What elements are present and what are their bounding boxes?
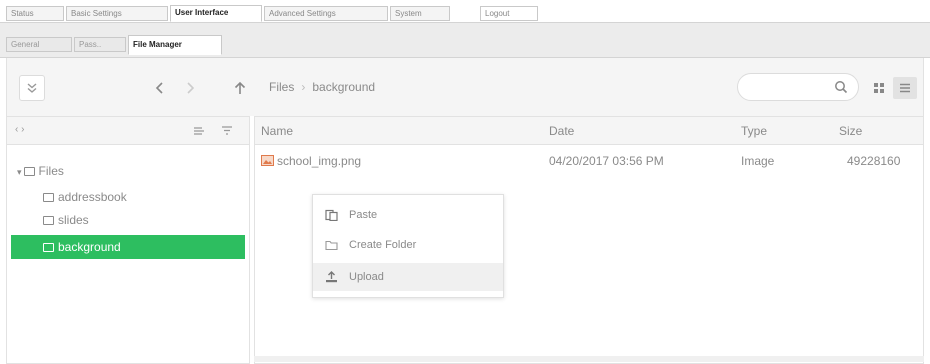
- file-type: Image: [741, 154, 775, 168]
- context-menu: Paste Create Folder Upload: [312, 194, 504, 298]
- subtab-general[interactable]: General: [6, 37, 72, 52]
- file-manager-toolbar: Files › background: [6, 58, 924, 116]
- tree-item-slides[interactable]: slides: [43, 210, 89, 230]
- upload-icon: [326, 271, 337, 283]
- tab-system[interactable]: System: [390, 6, 450, 21]
- menu-item-label: Create Folder: [349, 239, 417, 251]
- grid-view-button[interactable]: [867, 77, 891, 99]
- subtab-file-manager[interactable]: File Manager: [128, 35, 222, 55]
- folder-tree-panel: ‹ › ▾ Files addressbook slides background: [6, 116, 250, 364]
- collapse-button[interactable]: [19, 75, 45, 101]
- folder-icon: [43, 193, 54, 202]
- main-tab-bar: Status Basic Settings User Interface Adv…: [0, 0, 930, 22]
- search-input[interactable]: [737, 73, 859, 101]
- back-button[interactable]: [149, 75, 171, 101]
- tab-status[interactable]: Status: [6, 6, 64, 21]
- tree-header: ‹ ›: [7, 117, 249, 145]
- menu-item-label: Upload: [349, 271, 384, 283]
- folder-icon: [43, 243, 54, 252]
- column-size[interactable]: Size: [839, 124, 862, 138]
- table-row[interactable]: school_img.png 04/20/2017 03:56 PM Image…: [255, 149, 923, 173]
- sub-tab-bar: General Pass.. File Manager: [0, 22, 930, 58]
- folder-icon: [23, 167, 35, 176]
- chevron-left-icon: [155, 82, 163, 94]
- tab-advanced-settings[interactable]: Advanced Settings: [264, 6, 388, 21]
- menu-item-create-folder[interactable]: Create Folder: [313, 231, 503, 259]
- tab-basic-settings[interactable]: Basic Settings: [66, 6, 168, 21]
- arrow-up-icon: [234, 81, 246, 94]
- image-file-icon: [261, 155, 274, 166]
- list-icon: [900, 83, 910, 93]
- file-list-header: Name Date Type Size: [255, 117, 923, 145]
- tree-item-label: Files: [38, 164, 64, 178]
- tree-item-label: background: [58, 240, 121, 254]
- breadcrumb-current: background: [312, 80, 376, 94]
- grid-icon: [874, 83, 884, 93]
- menu-item-paste[interactable]: Paste: [313, 201, 503, 229]
- tree-item-addressbook[interactable]: addressbook: [43, 187, 127, 207]
- tree-item-label: addressbook: [58, 190, 127, 204]
- up-button[interactable]: [229, 75, 251, 101]
- tree-sort-toggle[interactable]: ‹ ›: [15, 124, 24, 135]
- forward-button[interactable]: [179, 75, 201, 101]
- column-name[interactable]: Name: [261, 124, 293, 138]
- folder-icon: [325, 240, 338, 251]
- paste-icon: [325, 209, 338, 221]
- tree-item-files[interactable]: ▾ Files: [17, 161, 64, 181]
- expand-all-icon[interactable]: [193, 125, 205, 137]
- file-size: 49228160: [847, 154, 901, 168]
- tree-item-label: slides: [58, 213, 89, 227]
- file-name: school_img.png: [277, 154, 362, 168]
- breadcrumb-separator: ›: [301, 80, 306, 94]
- chevron-right-icon: [187, 82, 195, 94]
- tree-item-background[interactable]: background: [11, 235, 245, 259]
- subtab-password[interactable]: Pass..: [74, 37, 126, 52]
- column-date[interactable]: Date: [549, 124, 574, 138]
- logout-button[interactable]: Logout: [480, 6, 538, 21]
- search-icon[interactable]: [834, 80, 848, 94]
- menu-item-label: Paste: [349, 209, 378, 221]
- file-date: 04/20/2017 03:56 PM: [549, 154, 664, 168]
- double-chevron-down-icon: [27, 83, 37, 93]
- menu-item-upload[interactable]: Upload: [313, 263, 503, 291]
- breadcrumb-files[interactable]: Files: [269, 80, 294, 94]
- collapse-all-icon[interactable]: [221, 125, 233, 137]
- breadcrumb: Files › background: [269, 80, 375, 98]
- horizontal-scrollbar[interactable]: [254, 356, 924, 362]
- column-type[interactable]: Type: [741, 124, 767, 138]
- collapse-arrow-icon[interactable]: ▾: [17, 167, 22, 177]
- list-view-button[interactable]: [893, 77, 917, 99]
- tab-user-interface[interactable]: User Interface: [170, 5, 262, 22]
- folder-icon: [43, 216, 54, 225]
